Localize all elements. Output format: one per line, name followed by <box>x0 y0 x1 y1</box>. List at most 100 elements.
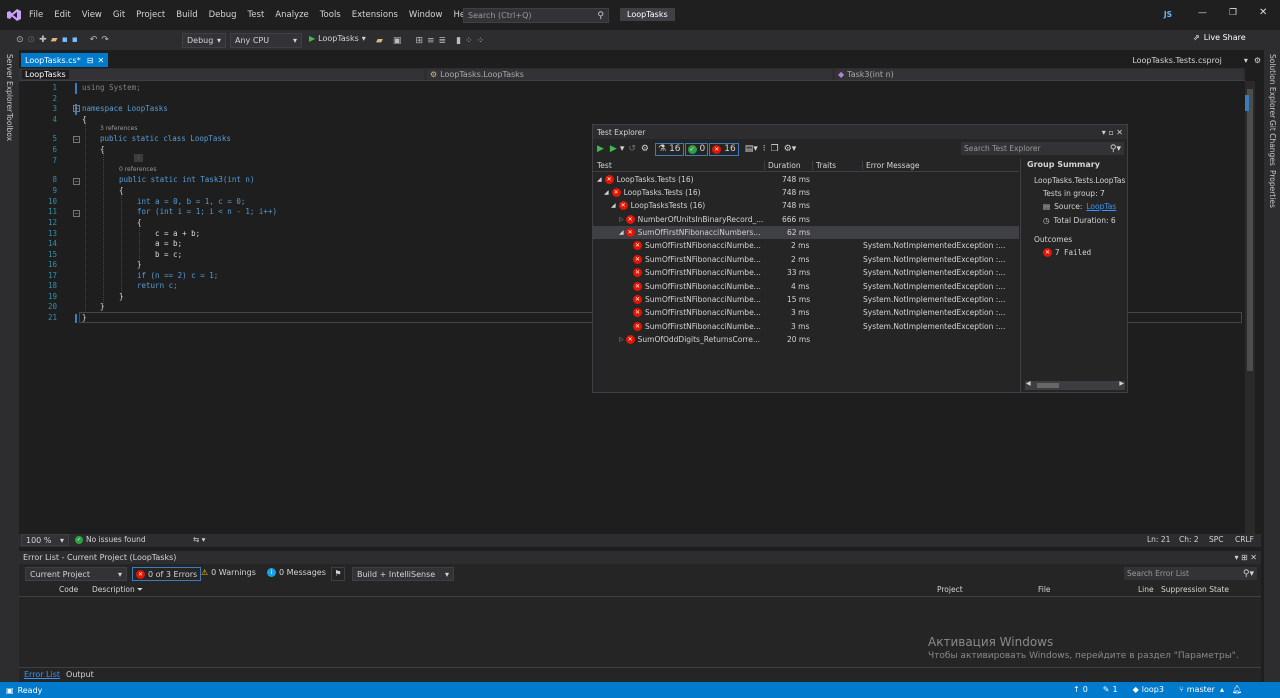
fold-toggle[interactable]: − <box>73 136 80 143</box>
comment-icon[interactable]: ⁘ <box>465 36 473 46</box>
col-code[interactable]: Code <box>59 585 78 594</box>
scroll-thumb[interactable] <box>1247 89 1253 371</box>
fold-toggle[interactable]: − <box>73 178 80 185</box>
tab-looptasks-cs[interactable]: LoopTasks.cs* ⊟ ✕ <box>21 53 109 67</box>
menu-test[interactable]: Test <box>248 10 265 20</box>
open-folder-icon[interactable]: ▰ <box>51 35 58 45</box>
menu-file[interactable]: File <box>29 10 43 20</box>
rerun-icon[interactable]: ↺ <box>628 144 636 154</box>
failed-tests-filter[interactable]: ✕ 16 <box>709 142 739 156</box>
project-selector[interactable]: LoopTasks <box>19 69 424 80</box>
codelens-references[interactable]: 3 references <box>100 125 138 132</box>
col-duration[interactable]: Duration <box>764 161 801 170</box>
build-dropdown[interactable]: Build + IntelliSense ▾ <box>352 567 454 581</box>
test-row[interactable]: ◢ ✕ LoopTasks.Tests (16) 748 ms <box>593 186 1019 199</box>
test-row[interactable]: ✕ SumOfFirstNFibonacciNumbe... 3 ms Syst… <box>593 320 1019 333</box>
col-file[interactable]: File <box>1038 585 1051 594</box>
collapse-icon[interactable]: ▷ <box>619 216 624 223</box>
close-tab-icon[interactable]: ✕ <box>97 56 104 65</box>
outdent-icon[interactable]: ≣ <box>439 36 447 46</box>
close-icon[interactable]: ✕ <box>1259 7 1267 18</box>
save-all-icon[interactable]: ▪ <box>72 35 78 45</box>
uncomment-icon[interactable]: ⁘ <box>477 36 485 46</box>
chevron-down-icon[interactable]: ▾ <box>1102 128 1106 137</box>
menu-git[interactable]: Git <box>113 10 125 20</box>
up-arrow-icon[interactable]: ↑ <box>1073 685 1080 694</box>
menu-edit[interactable]: Edit <box>54 10 70 20</box>
run-all-icon[interactable]: ▶ <box>597 144 604 154</box>
test-row[interactable]: ✕ SumOfFirstNFibonacciNumbe... 3 ms Syst… <box>593 306 1019 319</box>
menu-tools[interactable]: Tools <box>320 10 341 20</box>
class-selector[interactable]: ⚙ LoopTasks.LoopTasks <box>427 69 832 80</box>
expand-icon[interactable]: ◢ <box>619 229 624 236</box>
col-line[interactable]: Line <box>1138 585 1154 594</box>
fold-toggle[interactable]: − <box>73 105 80 112</box>
restore-icon[interactable]: ❐ <box>1229 8 1237 18</box>
pin-icon[interactable]: ⊟ <box>87 56 94 65</box>
line-ending[interactable]: CRLF <box>1235 535 1254 544</box>
changes-count[interactable]: 1 <box>1113 685 1118 694</box>
settings-icon[interactable]: ⚙▾ <box>784 144 797 154</box>
fold-toggle[interactable]: − <box>73 210 80 217</box>
pin-icon[interactable]: ⊞ <box>1241 553 1248 562</box>
live-share-button[interactable]: ⇗ Live Share <box>1193 33 1246 42</box>
save-icon[interactable]: ▪ <box>62 35 68 45</box>
errors-filter[interactable]: ✕ 0 of 3 Errors <box>132 567 202 581</box>
expand-icon[interactable]: ◢ <box>597 176 602 183</box>
group-by-icon[interactable]: ⁝ <box>763 144 766 154</box>
col-description[interactable]: Description <box>92 585 135 594</box>
total-tests-filter[interactable]: ⚗ 16 <box>655 142 684 156</box>
layout-icon[interactable]: ▣ <box>393 36 402 46</box>
tab-output[interactable]: Output <box>66 670 94 679</box>
branch-icon[interactable]: ⑂ <box>1179 685 1184 694</box>
undo-icon[interactable]: ↶ <box>90 35 98 45</box>
live-unit-icon[interactable]: ⚙ <box>641 144 649 154</box>
git-blame-icon[interactable]: ⇆ ▾ <box>193 535 205 544</box>
tab-error-list[interactable]: Error List <box>24 670 60 679</box>
back-icon[interactable]: ⊙ <box>16 35 24 45</box>
test-row[interactable]: ✕ SumOfFirstNFibonacciNumbe... 2 ms Syst… <box>593 239 1019 252</box>
expand-icon[interactable]: ◢ <box>611 202 616 209</box>
expand-icon[interactable]: ◢ <box>604 189 609 196</box>
messages-filter[interactable]: i 0 Messages <box>267 568 326 577</box>
test-row[interactable]: ▷ ✕ SumOfOddDigits_ReturnsCorre... 20 ms <box>593 333 1019 346</box>
issues-indicator[interactable]: ✓ No issues found <box>75 535 146 544</box>
align-icon[interactable]: ⊞ <box>415 36 423 46</box>
pencil-icon[interactable]: ✎ <box>1103 685 1110 694</box>
passed-tests-filter[interactable]: ✓ 0 <box>684 142 709 156</box>
commits-count[interactable]: 0 <box>1083 685 1088 694</box>
menu-window[interactable]: Window <box>409 10 443 20</box>
minimize-icon[interactable]: — <box>1198 8 1207 18</box>
indent-icon[interactable]: ≡ <box>427 36 435 46</box>
test-row[interactable]: ✕ SumOfFirstNFibonacciNumbe... 15 ms Sys… <box>593 293 1019 306</box>
run-button[interactable]: ▶ LoopTasks ▾ <box>309 34 366 43</box>
playlist-icon[interactable]: ▤▾ <box>745 144 758 154</box>
col-project[interactable]: Project <box>937 585 963 594</box>
error-search[interactable]: Search Error List ⚲▾ <box>1124 567 1257 580</box>
collapse-icon[interactable]: ▷ <box>619 336 624 343</box>
test-row[interactable]: ◢ ✕ LoopTasksTests (16) 748 ms <box>593 199 1019 212</box>
scroll-right-icon[interactable]: ▶ <box>1119 380 1124 387</box>
server-explorer-tab[interactable]: Server Explorer <box>5 54 14 112</box>
redo-icon[interactable]: ↷ <box>101 35 109 45</box>
scroll-thumb[interactable] <box>1037 383 1059 388</box>
col-traits[interactable]: Traits <box>812 161 836 170</box>
search-input[interactable]: Search (Ctrl+Q) <box>468 11 532 20</box>
summary-hscroll[interactable]: ◀ ▶ <box>1025 380 1125 390</box>
repo-name[interactable]: loop3 <box>1142 685 1164 694</box>
repo-icon[interactable]: ◆ <box>1133 685 1139 694</box>
branch-name[interactable]: master <box>1187 685 1215 694</box>
close-icon[interactable]: ✕ <box>1250 553 1257 562</box>
test-search[interactable]: Search Test Explorer ⚲▾ <box>961 142 1124 155</box>
summary-failed[interactable]: ✕ 7 Failed <box>1043 248 1091 257</box>
codelens-references[interactable]: 0 references <box>119 166 157 173</box>
chevron-down-icon[interactable]: ▾ <box>1234 553 1238 562</box>
quick-action-icon[interactable]: ⋮ <box>134 154 143 162</box>
test-row-selected[interactable]: ◢ ✕ SumOfFirstNFibonacciNumbers... 62 ms <box>593 226 1019 239</box>
summary-source-link[interactable]: LoopTas <box>1086 202 1116 211</box>
tab-tests-csproj[interactable]: LoopTasks.Tests.csproj <box>1132 56 1222 65</box>
config-dropdown[interactable]: Debug ▾ <box>182 33 226 48</box>
settings-icon[interactable]: ⚙ <box>1254 56 1261 65</box>
run-icon[interactable]: ▶ <box>610 144 617 154</box>
new-project-icon[interactable]: ✚ <box>39 35 47 45</box>
